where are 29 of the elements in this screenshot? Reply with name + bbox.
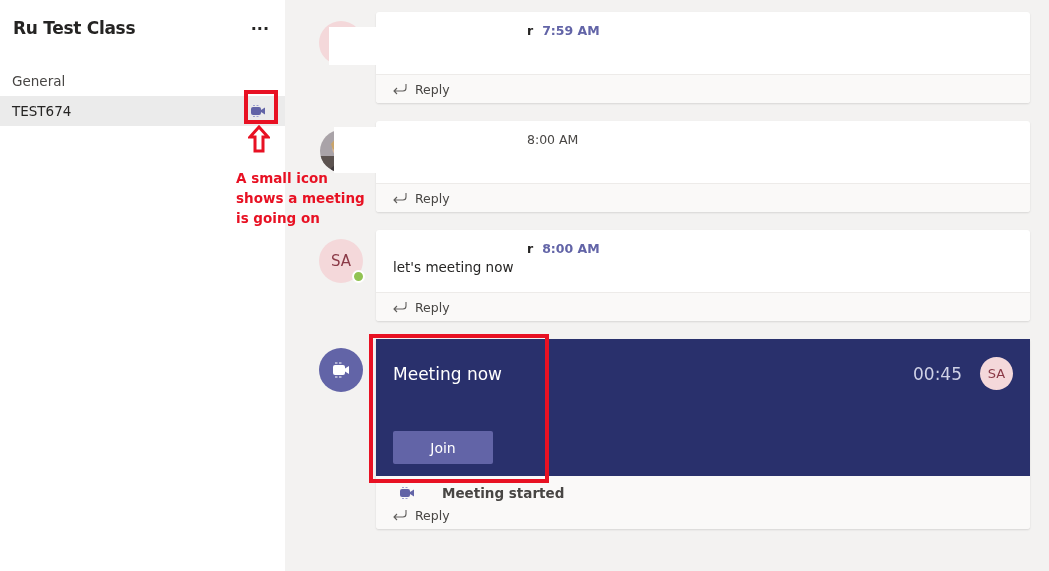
arrow-icon (248, 125, 270, 153)
reply-icon (392, 509, 408, 521)
sender-name: r (527, 241, 534, 256)
reply-button[interactable]: Reply (376, 75, 1030, 103)
meeting-avatar-icon (319, 348, 363, 392)
annotation-text: A small icon shows a meeting is going on (236, 169, 366, 228)
reply-icon (392, 301, 408, 313)
participant-avatar: SA (980, 357, 1013, 390)
reply-icon (392, 83, 408, 95)
more-options-button[interactable]: ··· (250, 18, 269, 38)
message-text: let's meeting now (393, 259, 515, 275)
user-avatar: SA (319, 239, 363, 283)
team-title: Ru Test Class (13, 18, 136, 38)
meeting-title: Meeting now (393, 363, 504, 384)
join-button[interactable]: Join (393, 431, 493, 464)
reply-button[interactable]: Reply (376, 184, 1030, 212)
message-time: 8:00 AM (542, 241, 600, 256)
channel-item[interactable]: General (0, 66, 285, 96)
sender-name: r (527, 23, 534, 38)
highlight-frame (244, 90, 278, 124)
meeting-duration: 00:45 (913, 363, 962, 384)
reply-button[interactable]: Reply (376, 501, 450, 529)
message-time: 7:59 AM (542, 23, 600, 38)
video-camera-icon (398, 486, 416, 500)
reply-button[interactable]: Reply (376, 293, 1030, 321)
reply-icon (392, 192, 408, 204)
message-time: 8:00 AM (527, 132, 579, 147)
meeting-status: Meeting started (442, 485, 565, 501)
channel-item[interactable]: TEST674 (0, 96, 285, 126)
